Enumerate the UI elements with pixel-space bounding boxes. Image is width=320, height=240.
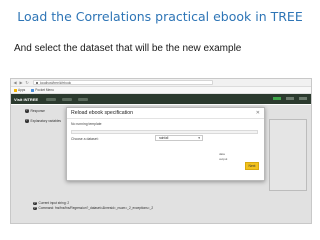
reload-ebook-dialog: Reload ebook specification ✕ No running … bbox=[66, 107, 265, 181]
browser-toolbar: ◀ ▶ ↻ localhost/tree/#/ebook bbox=[11, 79, 311, 87]
menu-item[interactable] bbox=[286, 97, 294, 100]
app-brand[interactable]: Visit iNTREE bbox=[14, 97, 38, 102]
side-text: data bbox=[219, 152, 225, 156]
forward-arrow-icon[interactable]: ▶ bbox=[19, 80, 23, 85]
menu-item[interactable] bbox=[62, 97, 73, 101]
back-arrow-icon[interactable]: ◀ bbox=[13, 80, 17, 85]
dataset-label: Choose a dataset: bbox=[71, 137, 99, 141]
side-text: output bbox=[219, 157, 228, 161]
template-label: No running template bbox=[71, 122, 102, 126]
menu-item[interactable] bbox=[299, 97, 307, 100]
bookmark-icon bbox=[31, 88, 35, 92]
app-menu bbox=[46, 97, 89, 101]
reload-icon[interactable]: ↻ bbox=[25, 80, 29, 85]
dataset-select[interactable]: rainfall ▾ bbox=[155, 135, 203, 141]
dialog-header: Reload ebook specification ✕ bbox=[67, 108, 264, 119]
bookmark-apps[interactable]: Apps bbox=[14, 88, 25, 92]
lock-icon bbox=[36, 82, 38, 84]
dialog-title: Reload ebook specification bbox=[71, 110, 134, 116]
dialog-body: No running template Choose a dataset: ra… bbox=[67, 119, 264, 170]
bookmark-label: Pocket Menu bbox=[35, 88, 54, 92]
app-navbar: Visit iNTREE bbox=[11, 94, 311, 104]
status-button[interactable] bbox=[273, 97, 281, 100]
template-field[interactable] bbox=[71, 130, 258, 134]
address-bar[interactable]: localhost/tree/#/ebook bbox=[33, 80, 213, 85]
dataset-value: rainfall bbox=[159, 136, 169, 140]
bookmarks-bar: Apps Pocket Menu bbox=[11, 87, 311, 94]
bookmark-pocket[interactable]: Pocket Menu bbox=[31, 88, 54, 92]
menu-item[interactable] bbox=[78, 97, 89, 101]
close-icon[interactable]: ✕ bbox=[256, 110, 260, 116]
app-navbar-right bbox=[273, 97, 307, 100]
chevron-down-icon: ▾ bbox=[198, 136, 200, 140]
address-text: localhost/tree/#/ebook bbox=[39, 81, 72, 85]
slide-subtitle: And select the dataset that will be the … bbox=[14, 43, 242, 54]
bookmark-label: Apps bbox=[18, 88, 26, 92]
menu-item[interactable] bbox=[46, 97, 57, 101]
next-button[interactable]: Next bbox=[245, 162, 259, 170]
slide-title: Load the Correlations practical ebook in… bbox=[17, 9, 303, 24]
apps-icon bbox=[14, 88, 17, 92]
